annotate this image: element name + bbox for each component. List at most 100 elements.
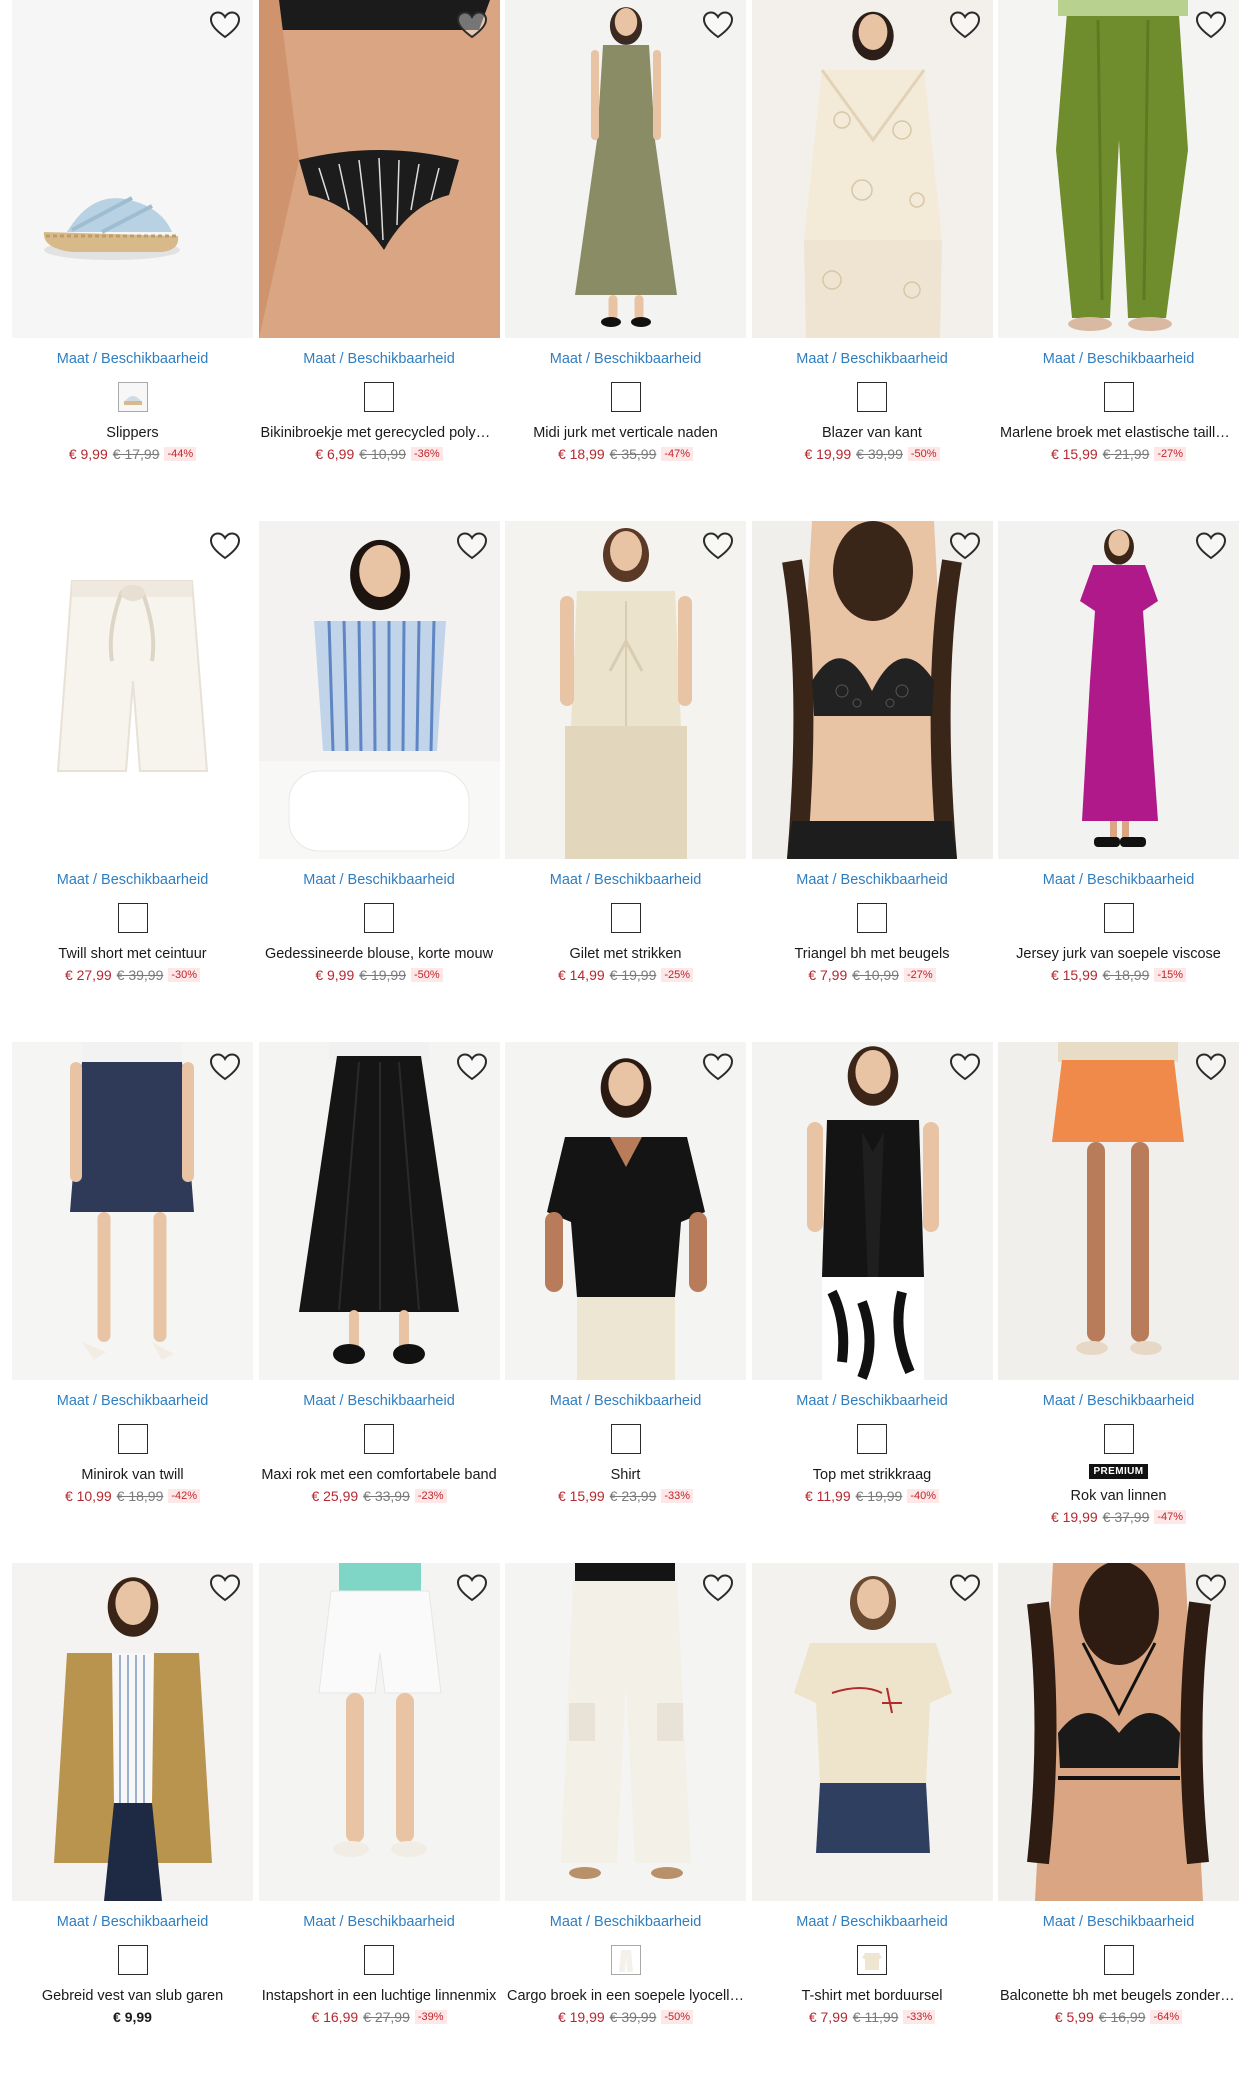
product-image[interactable] bbox=[998, 521, 1239, 859]
size-availability-link[interactable]: Maat / Beschikbaarheid bbox=[505, 1913, 746, 1931]
size-availability-link[interactable]: Maat / Beschikbaarheid bbox=[259, 350, 500, 368]
product-image[interactable] bbox=[12, 1042, 253, 1380]
wishlist-heart-icon[interactable] bbox=[702, 531, 734, 561]
product-image[interactable] bbox=[998, 0, 1239, 338]
size-availability-link[interactable]: Maat / Beschikbaarheid bbox=[259, 1392, 500, 1410]
product-card[interactable]: Maat / Beschikbaarheid Bikinibroekje met… bbox=[258, 0, 500, 521]
product-name[interactable]: T-shirt met borduursel bbox=[752, 1987, 993, 2005]
size-availability-link[interactable]: Maat / Beschikbaarheid bbox=[259, 1913, 500, 1931]
color-swatch[interactable] bbox=[1103, 1945, 1134, 1975]
product-image[interactable] bbox=[258, 1563, 500, 1901]
size-availability-link[interactable]: Maat / Beschikbaarheid bbox=[505, 871, 746, 889]
product-image[interactable] bbox=[998, 1563, 1239, 1901]
product-image[interactable] bbox=[751, 521, 993, 859]
wishlist-heart-icon[interactable] bbox=[456, 1573, 488, 1603]
product-card[interactable]: Maat / Beschikbaarheid Cargo broek in ee… bbox=[505, 1563, 746, 2082]
product-image[interactable] bbox=[505, 1563, 746, 1901]
color-swatch[interactable] bbox=[117, 903, 148, 933]
product-name[interactable]: Minirok van twill bbox=[12, 1466, 253, 1484]
product-name[interactable]: Rok van linnen bbox=[998, 1487, 1239, 1505]
product-image[interactable] bbox=[12, 0, 253, 338]
product-image[interactable] bbox=[751, 0, 993, 338]
size-availability-link[interactable]: Maat / Beschikbaarheid bbox=[998, 1913, 1239, 1931]
product-image[interactable] bbox=[751, 1563, 993, 1901]
wishlist-heart-icon[interactable] bbox=[456, 531, 488, 561]
color-swatch[interactable] bbox=[364, 903, 394, 933]
color-swatch[interactable] bbox=[610, 1945, 641, 1975]
wishlist-heart-icon[interactable] bbox=[1195, 1573, 1227, 1603]
product-name[interactable]: Bikinibroekje met gerecycled polya… bbox=[259, 424, 500, 442]
size-availability-link[interactable]: Maat / Beschikbaarheid bbox=[752, 350, 993, 368]
wishlist-heart-icon[interactable] bbox=[209, 10, 241, 40]
wishlist-heart-icon[interactable] bbox=[209, 531, 241, 561]
wishlist-heart-icon[interactable] bbox=[949, 10, 981, 40]
product-image[interactable] bbox=[12, 1563, 253, 1901]
product-card[interactable]: Maat / Beschikbaarheid Blazer van kant €… bbox=[751, 0, 993, 521]
wishlist-heart-icon[interactable] bbox=[209, 1052, 241, 1082]
color-swatch[interactable] bbox=[364, 382, 394, 412]
color-swatch[interactable] bbox=[364, 1424, 394, 1454]
product-name[interactable]: Top met strikkraag bbox=[752, 1466, 993, 1484]
wishlist-heart-icon[interactable] bbox=[702, 1052, 734, 1082]
wishlist-heart-icon[interactable] bbox=[209, 1573, 241, 1603]
product-image[interactable] bbox=[258, 1042, 500, 1380]
product-image[interactable] bbox=[505, 1042, 746, 1380]
product-card[interactable]: Maat / Beschikbaarheid Gebreid vest van … bbox=[12, 1563, 253, 2082]
size-availability-link[interactable]: Maat / Beschikbaarheid bbox=[998, 350, 1239, 368]
size-availability-link[interactable]: Maat / Beschikbaarheid bbox=[12, 871, 253, 889]
color-swatch[interactable] bbox=[857, 1424, 887, 1454]
wishlist-heart-icon[interactable] bbox=[949, 531, 981, 561]
product-name[interactable]: Midi jurk met verticale naden bbox=[505, 424, 746, 442]
size-availability-link[interactable]: Maat / Beschikbaarheid bbox=[259, 871, 500, 889]
size-availability-link[interactable]: Maat / Beschikbaarheid bbox=[752, 1392, 993, 1410]
product-card[interactable]: Maat / Beschikbaarheid Maxi rok met een … bbox=[258, 1042, 500, 1563]
wishlist-heart-icon[interactable] bbox=[949, 1052, 981, 1082]
color-swatch[interactable] bbox=[1103, 1424, 1134, 1454]
product-name[interactable]: Triangel bh met beugels bbox=[752, 945, 993, 963]
color-swatch[interactable] bbox=[857, 382, 887, 412]
product-name[interactable]: Balconette bh met beugels zonder … bbox=[998, 1987, 1239, 2005]
wishlist-heart-icon[interactable] bbox=[1195, 10, 1227, 40]
product-name[interactable]: Marlene broek met elastische taille… bbox=[998, 424, 1239, 442]
product-name[interactable]: Gilet met strikken bbox=[505, 945, 746, 963]
product-card[interactable]: Maat / Beschikbaarheid T-shirt met bordu… bbox=[751, 1563, 993, 2082]
wishlist-heart-icon[interactable] bbox=[1195, 531, 1227, 561]
product-name[interactable]: Jersey jurk van soepele viscose bbox=[998, 945, 1239, 963]
product-card[interactable]: Maat / Beschikbaarheid Top met strikkraa… bbox=[751, 1042, 993, 1563]
product-name[interactable]: Maxi rok met een comfortabele band bbox=[259, 1466, 500, 1484]
product-name[interactable]: Twill short met ceintuur bbox=[12, 945, 253, 963]
wishlist-heart-icon[interactable] bbox=[456, 1052, 488, 1082]
wishlist-heart-icon[interactable] bbox=[949, 1573, 981, 1603]
product-card[interactable]: Maat / Beschikbaarheid Shirt € 15,99 € 2… bbox=[505, 1042, 746, 1563]
color-swatch[interactable] bbox=[117, 1945, 148, 1975]
product-name[interactable]: Blazer van kant bbox=[752, 424, 993, 442]
wishlist-heart-icon[interactable] bbox=[1195, 1052, 1227, 1082]
color-swatch[interactable] bbox=[117, 382, 148, 412]
product-image[interactable] bbox=[258, 0, 500, 338]
product-card[interactable]: Maat / Beschikbaarheid Twill short met c… bbox=[12, 521, 253, 1042]
product-card[interactable]: Maat / Beschikbaarheid Triangel bh met b… bbox=[751, 521, 993, 1042]
product-card[interactable]: Maat / Beschikbaarheid Instapshort in ee… bbox=[258, 1563, 500, 2082]
size-availability-link[interactable]: Maat / Beschikbaarheid bbox=[505, 350, 746, 368]
product-image[interactable] bbox=[12, 521, 253, 859]
wishlist-heart-icon[interactable] bbox=[702, 1573, 734, 1603]
color-swatch[interactable] bbox=[610, 1424, 641, 1454]
product-card[interactable]: Maat / Beschikbaarheid Minirok van twill… bbox=[12, 1042, 253, 1563]
product-name[interactable]: Cargo broek in een soepele lyocell… bbox=[505, 1987, 746, 2005]
product-card[interactable]: Maat / Beschikbaarheid Gilet met strikke… bbox=[505, 521, 746, 1042]
product-card[interactable]: Maat / Beschikbaarheid PREMIUM Rok van l… bbox=[998, 1042, 1239, 1563]
size-availability-link[interactable]: Maat / Beschikbaarheid bbox=[998, 871, 1239, 889]
color-swatch[interactable] bbox=[364, 1945, 394, 1975]
color-swatch[interactable] bbox=[857, 1945, 887, 1975]
product-image[interactable] bbox=[998, 1042, 1239, 1380]
wishlist-heart-icon[interactable] bbox=[456, 10, 488, 40]
color-swatch[interactable] bbox=[1103, 382, 1134, 412]
color-swatch[interactable] bbox=[117, 1424, 148, 1454]
product-name[interactable]: Gebreid vest van slub garen bbox=[12, 1987, 253, 2005]
product-image[interactable] bbox=[258, 521, 500, 859]
product-card[interactable]: Maat / Beschikbaarheid Midi jurk met ver… bbox=[505, 0, 746, 521]
color-swatch[interactable] bbox=[610, 903, 641, 933]
color-swatch[interactable] bbox=[857, 903, 887, 933]
product-name[interactable]: Slippers bbox=[12, 424, 253, 442]
color-swatch[interactable] bbox=[1103, 903, 1134, 933]
